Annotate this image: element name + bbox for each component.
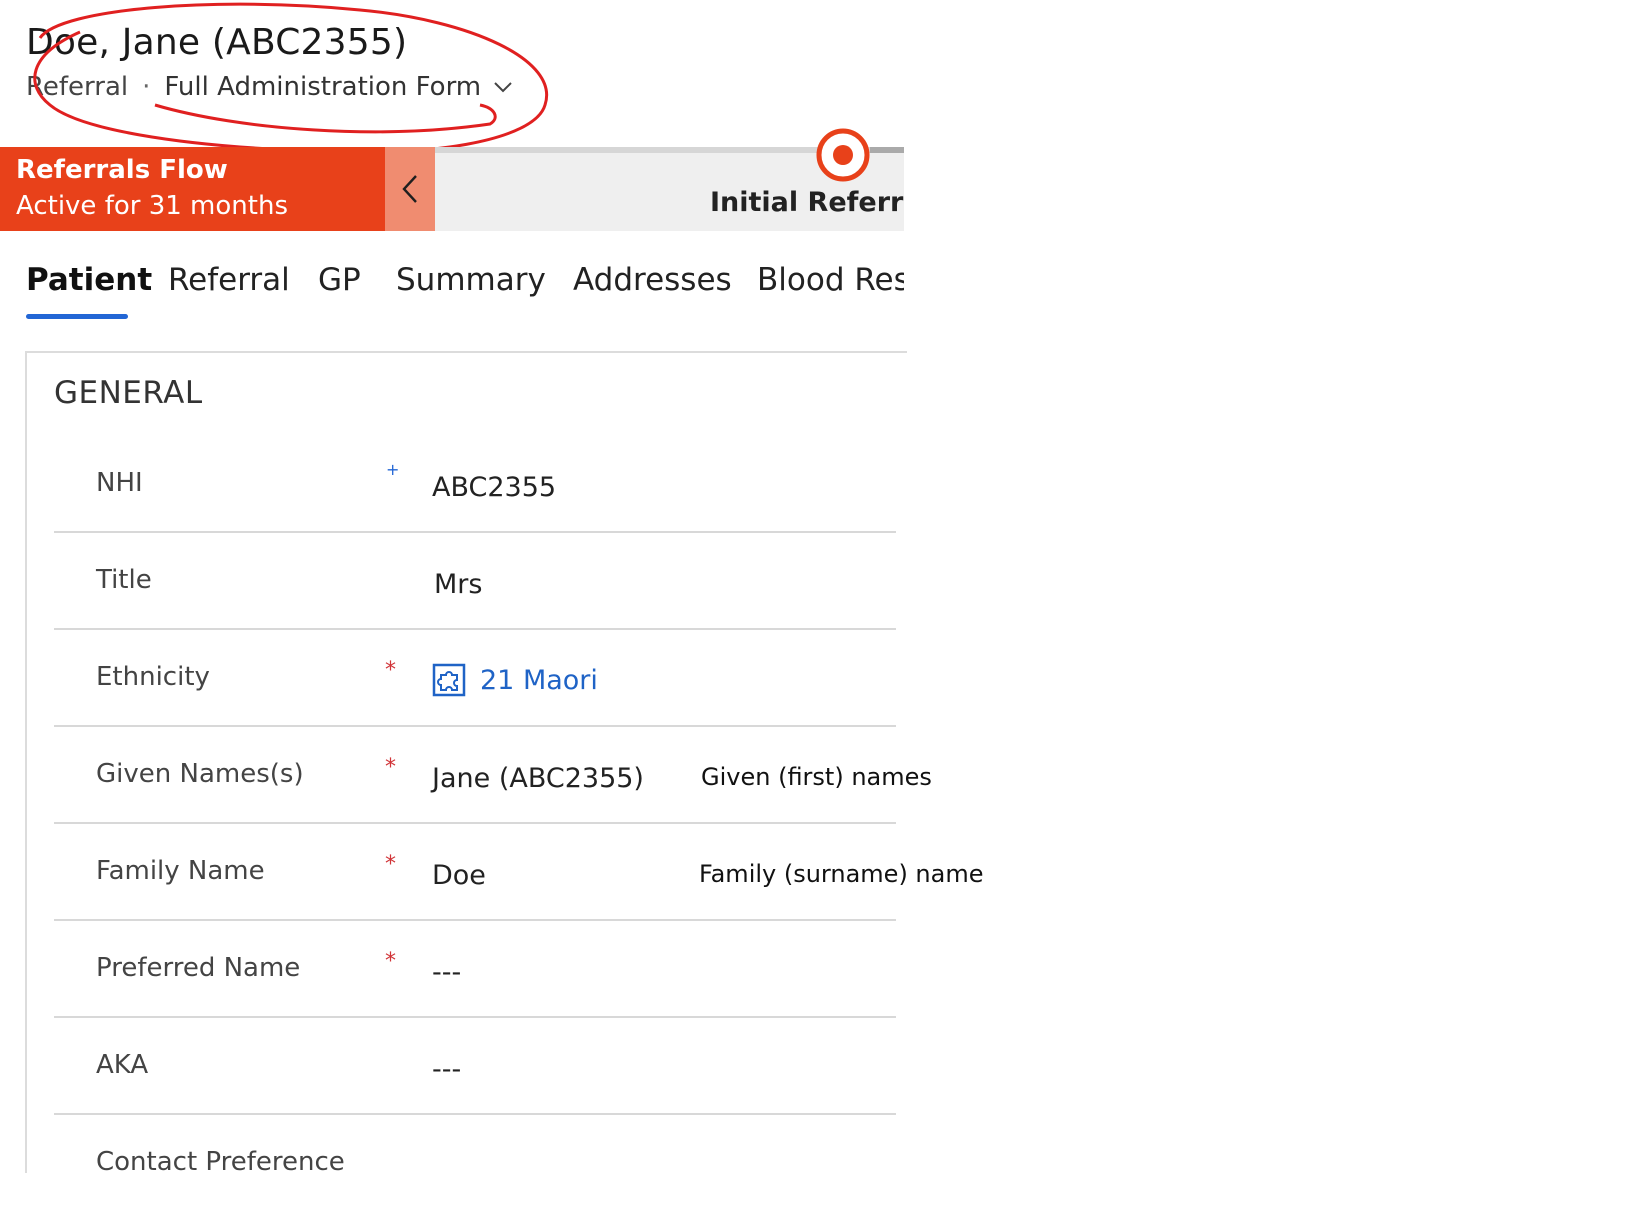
collapse-process-button[interactable] bbox=[385, 147, 435, 231]
aka-value[interactable]: --- bbox=[432, 1054, 461, 1085]
target-stage-icon[interactable] bbox=[815, 127, 871, 183]
given-names-value[interactable]: Jane (ABC2355) bbox=[432, 763, 644, 794]
field-label: Family Name bbox=[96, 856, 265, 886]
tab-summary[interactable]: Summary bbox=[396, 262, 546, 298]
field-ethnicity: Ethnicity * 21 Maori bbox=[54, 628, 896, 727]
field-label: Title bbox=[96, 565, 152, 595]
field-aka: AKA --- bbox=[54, 1016, 896, 1115]
tab-gp[interactable]: GP bbox=[318, 262, 361, 298]
active-stage-label[interactable]: Initial Referral ( bbox=[710, 187, 904, 218]
tab-referral[interactable]: Referral bbox=[168, 262, 290, 298]
field-label: Contact Preference bbox=[96, 1147, 345, 1177]
tab-blood-results[interactable]: Blood Res bbox=[757, 262, 904, 298]
tab-patient[interactable]: Patient bbox=[26, 262, 152, 298]
tab-addresses[interactable]: Addresses bbox=[573, 262, 732, 298]
required-marker: * bbox=[385, 852, 396, 877]
section-title: GENERAL bbox=[54, 375, 203, 411]
field-label: Ethnicity bbox=[96, 662, 210, 692]
entity-name: Referral bbox=[26, 72, 129, 102]
recommended-marker: + bbox=[386, 460, 400, 479]
process-flow-panel[interactable]: Referrals Flow Active for 31 months bbox=[0, 147, 385, 231]
flow-name: Referrals Flow bbox=[16, 155, 228, 185]
ethnicity-lookup[interactable]: 21 Maori bbox=[432, 663, 598, 697]
field-hint: Given (first) names bbox=[701, 763, 932, 791]
record-title: Doe, Jane (ABC2355) bbox=[26, 22, 408, 63]
field-family-name: Family Name * Doe Family (surname) name bbox=[54, 822, 984, 921]
field-label: Preferred Name bbox=[96, 953, 301, 983]
family-name-value[interactable]: Doe bbox=[432, 860, 486, 891]
required-marker: * bbox=[385, 658, 396, 683]
field-label: AKA bbox=[96, 1050, 149, 1080]
field-label: NHI bbox=[96, 468, 143, 498]
field-label: Given Names(s) bbox=[96, 759, 304, 789]
field-title: Title Mrs bbox=[54, 531, 896, 630]
business-process-bar: Referrals Flow Active for 31 months Init… bbox=[0, 128, 904, 231]
form-selector[interactable]: Full Administration Form bbox=[164, 72, 513, 102]
field-given-names: Given Names(s) * Jane (ABC2355) Given (f… bbox=[54, 725, 932, 824]
form-name: Full Administration Form bbox=[164, 72, 482, 102]
field-preferred-name: Preferred Name * --- bbox=[54, 919, 896, 1018]
ethnicity-value: 21 Maori bbox=[480, 664, 598, 696]
stage-track: Initial Referral ( bbox=[435, 128, 904, 231]
field-nhi: NHI + ABC2355 bbox=[54, 434, 896, 533]
field-hint: Family (surname) name bbox=[699, 860, 984, 888]
required-marker: * bbox=[385, 949, 396, 974]
required-marker: * bbox=[385, 755, 396, 780]
active-tab-indicator bbox=[26, 314, 128, 319]
puzzle-entity-icon bbox=[432, 663, 466, 697]
form-tabs: Patient Referral GP Summary Addresses Bl… bbox=[0, 262, 904, 322]
chevron-down-icon bbox=[494, 82, 512, 93]
separator: · bbox=[142, 72, 151, 102]
preferred-name-value[interactable]: --- bbox=[432, 957, 461, 988]
flow-status: Active for 31 months bbox=[16, 191, 288, 221]
field-contact-preference: Contact Preference bbox=[54, 1113, 896, 1210]
stage-progress-line-end bbox=[870, 147, 904, 153]
title-value[interactable]: Mrs bbox=[434, 569, 482, 600]
record-subtitle: Referral · Full Administration Form bbox=[26, 72, 513, 102]
stage-label-clip: Initial Referral ( bbox=[710, 187, 904, 227]
chevron-left-icon bbox=[402, 175, 417, 203]
nhi-value[interactable]: ABC2355 bbox=[432, 472, 556, 503]
